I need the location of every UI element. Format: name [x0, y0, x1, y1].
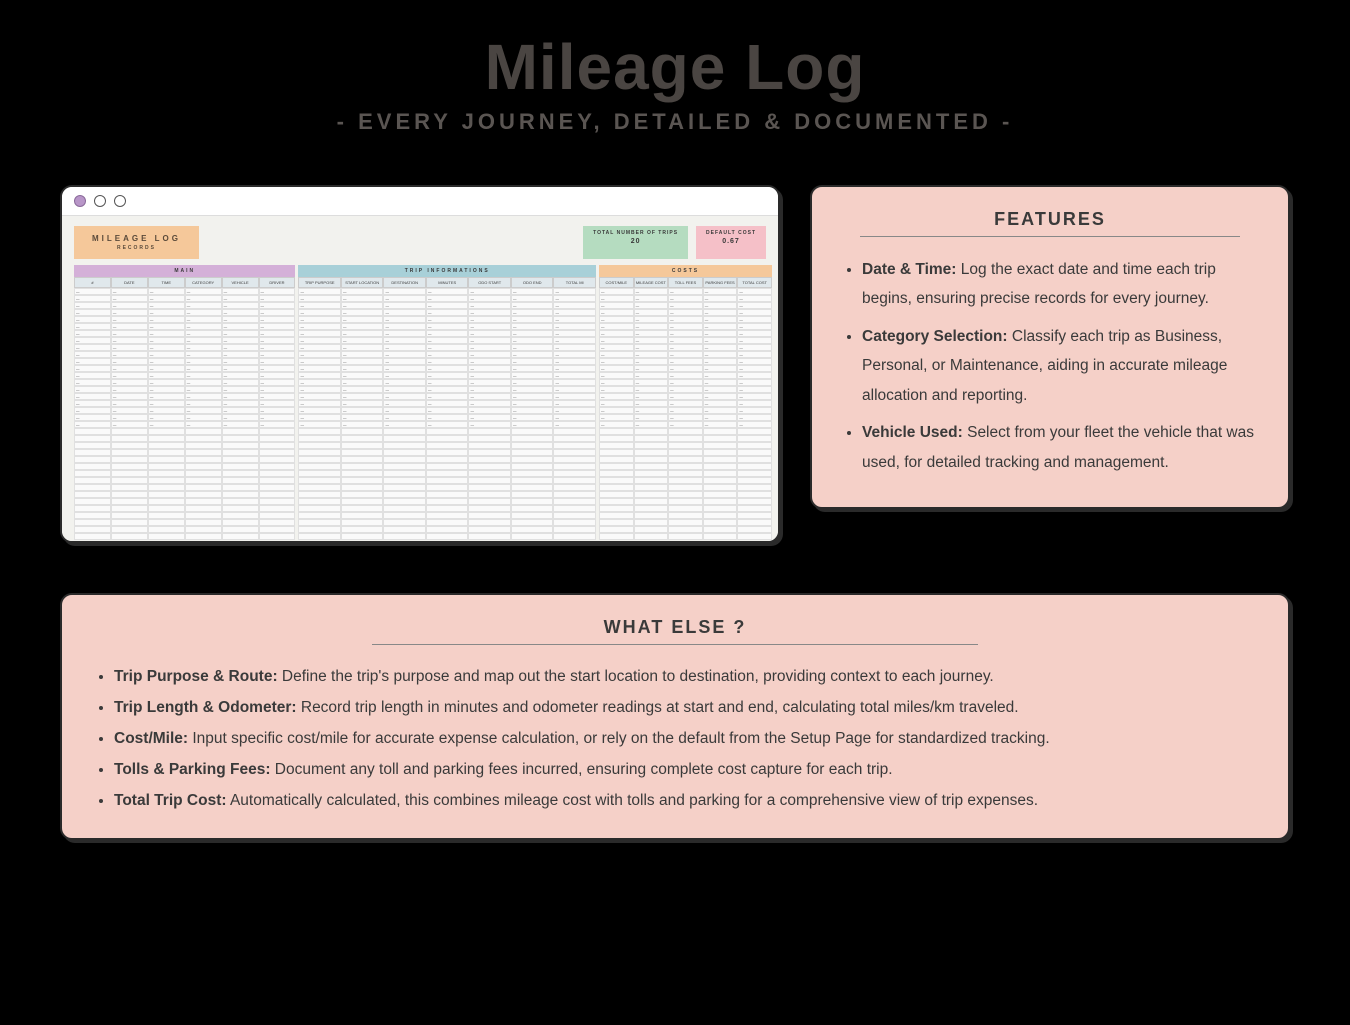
page-header: Mileage Log - EVERY JOURNEY, DETAILED & … [0, 0, 1350, 135]
summary-value: 0.67 [706, 238, 756, 245]
whatelse-list: Trip Purpose & Route: Define the trip's … [92, 661, 1258, 816]
features-panel: FEATURES Date & Time: Log the exact date… [810, 185, 1290, 509]
whatelse-item: Cost/Mile: Input specific cost/mile for … [114, 723, 1258, 754]
whatelse-title: WHAT ELSE ? [372, 617, 978, 645]
features-list: Date & Time: Log the exact date and time… [840, 255, 1260, 477]
feature-item: Date & Time: Log the exact date and time… [862, 255, 1260, 314]
spreadsheet-grid: MAIN#DATETIMECATEGORYVEHICLEDRIVER——————… [74, 265, 766, 540]
whatelse-item: Tolls & Parking Fees: Document any toll … [114, 754, 1258, 785]
summary-trips: TOTAL NUMBER OF TRIPS 20 [583, 226, 688, 259]
spreadsheet-preview: MILEAGE LOG RECORDS TOTAL NUMBER OF TRIP… [60, 185, 780, 543]
whatelse-panel: WHAT ELSE ? Trip Purpose & Route: Define… [60, 593, 1290, 840]
page-title: Mileage Log [0, 30, 1350, 104]
window-dot-icon [94, 195, 106, 207]
feature-item: Vehicle Used: Select from your fleet the… [862, 418, 1260, 477]
sheet-subtitle-text: RECORDS [92, 245, 181, 251]
whatelse-item: Total Trip Cost: Automatically calculate… [114, 785, 1258, 816]
window-dot-icon [114, 195, 126, 207]
page-subtitle: - EVERY JOURNEY, DETAILED & DOCUMENTED - [0, 109, 1350, 135]
browser-titlebar [62, 187, 778, 216]
summary-value: 20 [593, 238, 678, 245]
summary-label: DEFAULT COST [706, 230, 756, 236]
window-dot-icon [74, 195, 86, 207]
summary-cost: DEFAULT COST 0.67 [696, 226, 766, 259]
whatelse-item: Trip Length & Odometer: Record trip leng… [114, 692, 1258, 723]
feature-item: Category Selection: Classify each trip a… [862, 322, 1260, 410]
sheet-title: MILEAGE LOG RECORDS [74, 226, 199, 259]
summary-label: TOTAL NUMBER OF TRIPS [593, 230, 678, 236]
sheet-title-text: MILEAGE LOG [92, 234, 181, 243]
whatelse-item: Trip Purpose & Route: Define the trip's … [114, 661, 1258, 692]
features-title: FEATURES [860, 209, 1240, 237]
